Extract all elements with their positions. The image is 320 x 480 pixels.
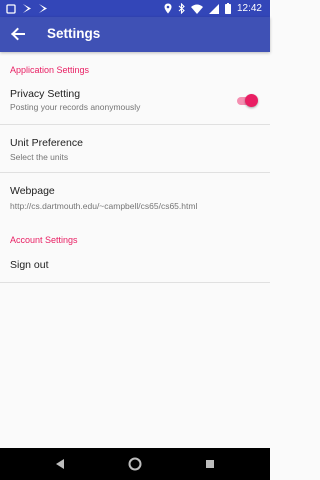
home-circle-icon[interactable]	[128, 457, 142, 471]
signal-icon	[208, 3, 219, 14]
page-title: Settings	[47, 26, 101, 41]
unit-preference-summary: Select the units	[10, 152, 69, 162]
recents-square-icon[interactable]	[203, 457, 217, 471]
battery-icon	[224, 3, 231, 14]
status-bar: 12:42	[0, 0, 270, 17]
divider	[0, 282, 270, 283]
webpage-title: Webpage	[10, 185, 55, 197]
app-bar: Settings	[0, 17, 270, 52]
webpage-url: http://cs.dartmouth.edu/~campbell/cs65/c…	[10, 201, 198, 211]
location-icon	[164, 3, 172, 14]
play-store-icon	[39, 4, 47, 13]
bluetooth-icon	[178, 3, 185, 14]
sign-out-item[interactable]: Sign out	[0, 249, 270, 281]
sign-out-title: Sign out	[10, 259, 49, 271]
arrow-back-icon[interactable]	[9, 25, 27, 43]
app-notification-icon	[6, 3, 16, 14]
application-settings-header: Application Settings	[10, 65, 90, 75]
privacy-setting-title: Privacy Setting	[10, 88, 81, 100]
privacy-setting-summary: Posting your records anonymously	[10, 102, 141, 112]
wifi-icon	[190, 4, 203, 14]
play-store-icon	[23, 4, 31, 13]
toggle-thumb	[245, 94, 258, 107]
navigation-bar	[0, 448, 270, 480]
privacy-setting-preference[interactable]: Privacy Setting Posting your records ano…	[0, 80, 270, 124]
privacy-toggle-switch[interactable]	[236, 93, 260, 109]
unit-preference-item[interactable]: Unit Preference Select the units	[0, 125, 270, 172]
webpage-item[interactable]: Webpage http://cs.dartmouth.edu/~campbel…	[0, 173, 270, 219]
status-time: 12:42	[236, 3, 262, 14]
unit-preference-title: Unit Preference	[10, 137, 83, 149]
status-system-icons: 12:42	[164, 2, 262, 15]
account-settings-header: Account Settings	[10, 235, 78, 245]
back-triangle-icon[interactable]	[53, 457, 67, 471]
status-notification-icons	[6, 3, 48, 14]
